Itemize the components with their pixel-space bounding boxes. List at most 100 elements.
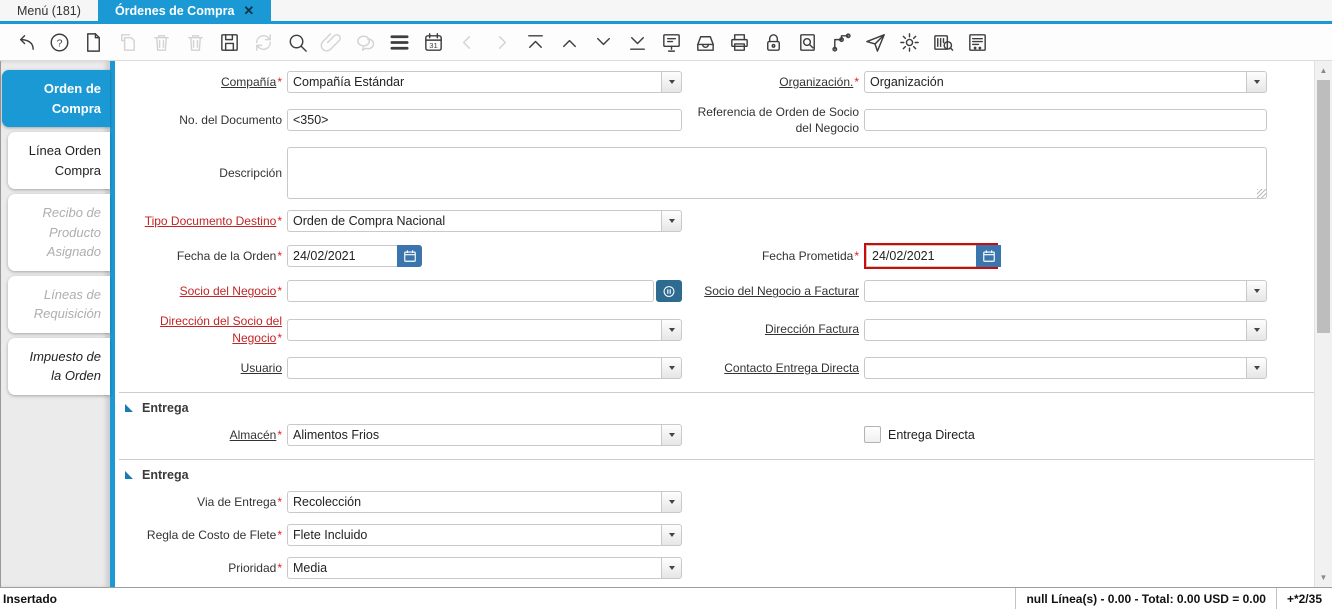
no-documento-field[interactable] bbox=[287, 109, 682, 132]
order-form: Compañía* Organización.* No. del Documen… bbox=[115, 61, 1314, 588]
tipo-documento-label[interactable]: Tipo Documento Destino* bbox=[145, 213, 282, 229]
tipo-documento-input[interactable] bbox=[287, 210, 661, 233]
scroll-up-icon[interactable]: ▲ bbox=[1315, 64, 1332, 77]
toolbar-workflow-button[interactable] bbox=[829, 30, 854, 55]
tipo-documento-select[interactable] bbox=[287, 210, 682, 233]
contacto-entrega-label[interactable]: Contacto Entrega Directa bbox=[724, 360, 859, 376]
toolbar-lock-button[interactable] bbox=[761, 30, 786, 55]
entrega-directa-checkbox[interactable] bbox=[864, 426, 881, 444]
referencia-field[interactable] bbox=[864, 109, 1267, 132]
direccion-factura-label[interactable]: Dirección Factura bbox=[765, 321, 859, 337]
regla-flete-select[interactable] bbox=[287, 523, 682, 546]
direccion-socio-input[interactable] bbox=[287, 318, 661, 341]
toolbar-help-button[interactable]: ? bbox=[47, 30, 72, 55]
toolbar-report-button[interactable] bbox=[659, 30, 684, 55]
direccion-socio-select[interactable] bbox=[287, 318, 682, 341]
sidebar-tab-impuesto-de-la-orden[interactable]: Impuesto de la Orden bbox=[8, 337, 110, 395]
no-documento-input[interactable] bbox=[287, 109, 682, 132]
contacto-entrega-dropdown-button[interactable] bbox=[1246, 356, 1267, 379]
via-entrega-dropdown-button[interactable] bbox=[661, 490, 682, 513]
compania-label[interactable]: Compañía* bbox=[221, 74, 282, 90]
regla-flete-input[interactable] bbox=[287, 523, 661, 546]
toolbar-preferences-button[interactable] bbox=[897, 30, 922, 55]
direccion-factura-dropdown-button[interactable] bbox=[1246, 318, 1267, 341]
section-entrega-2[interactable]: Entrega bbox=[119, 460, 1314, 491]
fecha-prometida-calendar-button[interactable] bbox=[976, 245, 1001, 268]
organizacion-dropdown-button[interactable] bbox=[1246, 71, 1267, 93]
toolbar-calendar-button[interactable]: 31 bbox=[421, 30, 446, 55]
toolbar-product-info-button[interactable] bbox=[931, 30, 956, 55]
usuario-select[interactable] bbox=[287, 356, 682, 379]
regla-flete-dropdown-button[interactable] bbox=[661, 523, 682, 546]
fecha-orden-input[interactable] bbox=[287, 245, 397, 268]
scroll-down-icon[interactable]: ▼ bbox=[1315, 571, 1332, 584]
toolbar-first-record-button[interactable] bbox=[523, 30, 548, 55]
toolbar-next-record-button[interactable] bbox=[591, 30, 616, 55]
compania-input[interactable] bbox=[287, 71, 661, 93]
sidebar-tab-orden-de-compra[interactable]: Orden de Compra bbox=[2, 70, 110, 127]
via-entrega-input[interactable] bbox=[287, 490, 661, 513]
socio-negocio-input[interactable] bbox=[287, 280, 654, 303]
socio-facturar-select[interactable] bbox=[864, 280, 1267, 303]
via-entrega-select[interactable] bbox=[287, 490, 682, 513]
fecha-prometida-input[interactable] bbox=[866, 245, 976, 268]
compania-select[interactable] bbox=[287, 71, 682, 93]
almacen-input[interactable] bbox=[287, 423, 661, 446]
organizacion-select[interactable] bbox=[864, 71, 1267, 93]
chevron-down-icon bbox=[1253, 289, 1260, 294]
section-entrega-1[interactable]: Entrega bbox=[119, 393, 1314, 424]
almacen-dropdown-button[interactable] bbox=[661, 423, 682, 446]
socio-negocio-label[interactable]: Socio del Negocio* bbox=[180, 283, 282, 299]
help-notes-icon bbox=[969, 33, 986, 51]
find-icon bbox=[289, 34, 307, 52]
toolbar-save-button[interactable] bbox=[217, 30, 242, 55]
tipo-documento-dropdown-button[interactable] bbox=[661, 210, 682, 233]
toolbar-send-mail-button[interactable] bbox=[863, 30, 888, 55]
fecha-orden-calendar-button[interactable] bbox=[397, 245, 422, 268]
fecha-prometida-field[interactable] bbox=[866, 245, 1001, 268]
almacen-select[interactable] bbox=[287, 423, 682, 446]
toolbar-grid-toggle-button[interactable] bbox=[387, 30, 412, 55]
direccion-socio-label[interactable]: Dirección del Socio del Negocio* bbox=[119, 313, 282, 345]
sidebar-tab-linea-orden-compra[interactable]: Línea Orden Compra bbox=[8, 132, 110, 189]
socio-negocio-field[interactable] bbox=[287, 280, 682, 303]
toolbar-help-notes-button[interactable] bbox=[965, 30, 990, 55]
tab-menu[interactable]: Menú (181) bbox=[0, 0, 98, 21]
toolbar-find-button[interactable] bbox=[285, 30, 310, 55]
socio-facturar-label[interactable]: Socio del Negocio a Facturar bbox=[704, 283, 859, 299]
chevron-down-icon bbox=[668, 327, 675, 332]
usuario-input[interactable] bbox=[287, 356, 661, 379]
toolbar-undo-button[interactable] bbox=[13, 30, 38, 55]
direccion-factura-input[interactable] bbox=[864, 318, 1246, 341]
toolbar-print-button[interactable] bbox=[727, 30, 752, 55]
toolbar-zoom-across-button[interactable] bbox=[795, 30, 820, 55]
vertical-scrollbar[interactable]: ▲ ▼ bbox=[1314, 61, 1332, 588]
usuario-label[interactable]: Usuario bbox=[241, 360, 282, 376]
organizacion-input[interactable] bbox=[864, 71, 1246, 93]
referencia-input[interactable] bbox=[864, 109, 1267, 132]
prioridad-input[interactable] bbox=[287, 556, 661, 579]
toolbar-last-record-button[interactable] bbox=[625, 30, 650, 55]
organizacion-label[interactable]: Organización.* bbox=[779, 74, 859, 90]
descripcion-textarea[interactable] bbox=[287, 147, 1267, 200]
prioridad-select[interactable] bbox=[287, 556, 682, 579]
scrollbar-thumb[interactable] bbox=[1317, 80, 1330, 333]
contacto-entrega-select[interactable] bbox=[864, 356, 1267, 379]
socio-negocio-search-button[interactable] bbox=[656, 280, 682, 303]
close-icon[interactable]: ✕ bbox=[243, 4, 254, 17]
contacto-entrega-input[interactable] bbox=[864, 356, 1246, 379]
calendar-icon: 31 bbox=[425, 32, 442, 51]
direccion-factura-select[interactable] bbox=[864, 318, 1267, 341]
tab-ordenes-de-compra[interactable]: Órdenes de Compra ✕ bbox=[97, 0, 272, 21]
compania-dropdown-button[interactable] bbox=[661, 71, 682, 93]
fecha-orden-field[interactable] bbox=[287, 245, 422, 268]
toolbar-new-record-button[interactable] bbox=[81, 30, 106, 55]
toolbar-archive-button[interactable] bbox=[693, 30, 718, 55]
toolbar-previous-record-button[interactable] bbox=[557, 30, 582, 55]
prioridad-dropdown-button[interactable] bbox=[661, 556, 682, 579]
almacen-label[interactable]: Almacén* bbox=[230, 427, 282, 443]
direccion-socio-dropdown-button[interactable] bbox=[661, 318, 682, 341]
socio-facturar-input[interactable] bbox=[864, 280, 1246, 303]
socio-facturar-dropdown-button[interactable] bbox=[1246, 280, 1267, 303]
usuario-dropdown-button[interactable] bbox=[661, 356, 682, 379]
